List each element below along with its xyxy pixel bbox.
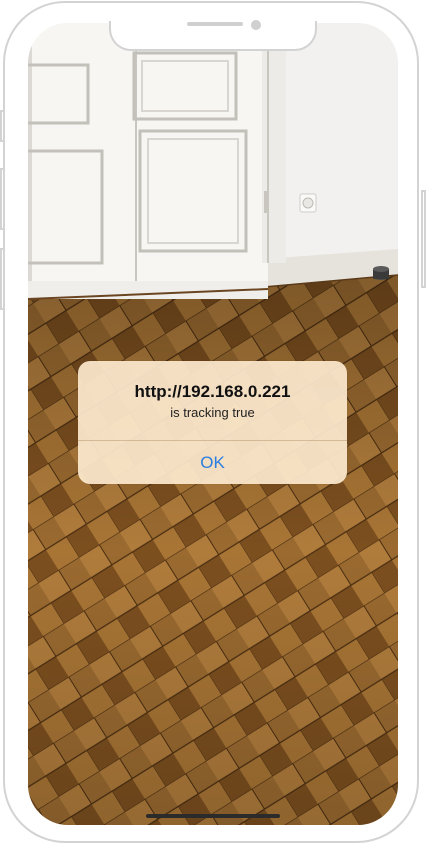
front-camera-icon xyxy=(251,20,261,30)
home-indicator[interactable] xyxy=(146,814,280,818)
volume-down-button xyxy=(0,248,5,310)
alert-dialog: http://192.168.0.221 is tracking true OK xyxy=(78,361,347,484)
alert-message: is tracking true xyxy=(170,405,255,420)
mute-switch xyxy=(0,110,5,142)
speaker-grille-icon xyxy=(187,22,243,26)
power-button xyxy=(421,190,426,288)
volume-up-button xyxy=(0,168,5,230)
alert-title: http://192.168.0.221 xyxy=(134,382,291,401)
notch xyxy=(109,20,317,51)
ok-button[interactable]: OK xyxy=(78,441,347,484)
